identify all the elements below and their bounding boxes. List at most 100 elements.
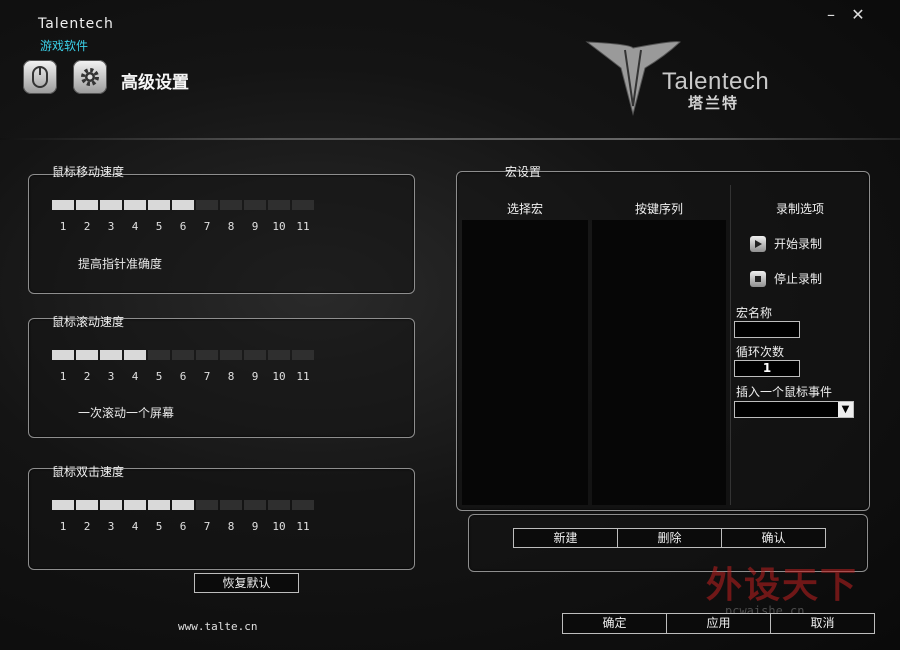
macro-title: 宏设置	[505, 165, 542, 179]
insert-mouse-event-select[interactable]: ▼	[734, 401, 854, 418]
key-sequence-list[interactable]	[592, 220, 726, 505]
slider-tick-label: 4	[131, 220, 139, 233]
scroll-one-screen-option[interactable]: 一次滚动一个屏幕	[78, 404, 174, 421]
slider-segment[interactable]	[196, 500, 218, 510]
slider-tick-label: 6	[179, 220, 187, 233]
new-macro-button[interactable]: 新建	[514, 529, 618, 547]
slider-segment[interactable]	[292, 350, 314, 360]
slider-segment[interactable]	[292, 200, 314, 210]
slider-segment[interactable]	[220, 500, 242, 510]
page-title: 高级设置	[121, 73, 189, 93]
apply-button[interactable]: 应用	[667, 614, 771, 633]
double-click-title: 鼠标双击速度	[52, 465, 125, 479]
pointer-speed-slider[interactable]	[52, 200, 314, 210]
slider-tick-label: 9	[251, 520, 259, 533]
slider-tick-label: 2	[83, 370, 91, 383]
slider-segment[interactable]	[76, 500, 98, 510]
loop-count-label: 循环次数	[736, 345, 785, 359]
slider-segment[interactable]	[172, 500, 194, 510]
insert-mouse-event-label: 插入一个鼠标事件	[736, 385, 833, 399]
loop-count-input[interactable]: 1	[734, 360, 800, 377]
insert-mouse-event-value	[735, 402, 838, 417]
scroll-speed-ticks: 1 2 3 4 5 6 7 8 9 10 11	[52, 370, 314, 383]
macro-actions: 新建 删除 确认	[513, 528, 826, 548]
start-record-button[interactable]: 开始录制	[750, 235, 822, 252]
slider-segment[interactable]	[244, 200, 266, 210]
slider-tick-label: 9	[251, 370, 259, 383]
slider-segment[interactable]	[148, 350, 170, 360]
slider-tick-label: 2	[83, 220, 91, 233]
stop-record-button[interactable]: 停止录制	[750, 270, 822, 287]
delete-macro-button[interactable]: 删除	[618, 529, 722, 547]
play-icon	[750, 235, 766, 252]
slider-tick-label: 7	[203, 520, 211, 533]
macro-list[interactable]	[462, 220, 588, 505]
brand-subtitle: 游戏软件	[40, 39, 89, 53]
slider-segment[interactable]	[124, 500, 146, 510]
slider-segment[interactable]	[52, 350, 74, 360]
slider-segment[interactable]	[76, 200, 98, 210]
slider-segment[interactable]	[220, 350, 242, 360]
advanced-settings-button[interactable]	[73, 60, 107, 94]
slider-segment[interactable]	[292, 500, 314, 510]
slider-segment[interactable]	[76, 350, 98, 360]
scroll-speed-slider[interactable]	[52, 350, 314, 360]
dropdown-arrow-icon: ▼	[838, 402, 853, 417]
slider-segment[interactable]	[52, 200, 74, 210]
slider-tick-label: 8	[227, 520, 235, 533]
confirm-macro-button[interactable]: 确认	[722, 529, 825, 547]
slider-tick-label: 8	[227, 370, 235, 383]
double-click-panel	[28, 468, 415, 570]
slider-tick-label: 5	[155, 520, 163, 533]
column-divider	[730, 185, 731, 505]
slider-segment[interactable]	[220, 200, 242, 210]
slider-tick-label: 6	[179, 520, 187, 533]
slider-segment[interactable]	[124, 350, 146, 360]
macro-name-input[interactable]	[734, 321, 800, 338]
watermark-text: 外设天下	[706, 564, 859, 606]
slider-segment[interactable]	[268, 200, 290, 210]
key-sequence-header: 按键序列	[634, 202, 683, 216]
slider-segment[interactable]	[100, 200, 122, 210]
slider-segment[interactable]	[244, 350, 266, 360]
minimize-button[interactable]: –	[822, 6, 840, 24]
dialog-actions: 确定 应用 取消	[562, 613, 875, 634]
slider-segment[interactable]	[244, 500, 266, 510]
slider-segment[interactable]	[268, 350, 290, 360]
slider-segment[interactable]	[52, 500, 74, 510]
double-click-slider[interactable]	[52, 500, 314, 510]
slider-tick-label: 11	[296, 220, 310, 233]
record-options-header: 录制选项	[775, 202, 824, 216]
slider-tick-label: 7	[203, 220, 211, 233]
slider-segment[interactable]	[148, 500, 170, 510]
pointer-speed-panel	[28, 174, 415, 294]
slider-segment[interactable]	[124, 200, 146, 210]
slider-tick-label: 11	[296, 520, 310, 533]
mouse-settings-button[interactable]	[23, 60, 57, 94]
slider-segment[interactable]	[196, 200, 218, 210]
stop-icon	[750, 270, 766, 287]
slider-tick-label: 1	[59, 220, 67, 233]
cancel-button[interactable]: 取消	[771, 614, 874, 633]
slider-segment[interactable]	[172, 350, 194, 360]
website-url[interactable]: www.talte.cn	[178, 620, 257, 633]
pointer-speed-title: 鼠标移动速度	[52, 165, 125, 179]
slider-tick-label: 11	[296, 370, 310, 383]
slider-segment[interactable]	[148, 200, 170, 210]
pointer-speed-ticks: 1 2 3 4 5 6 7 8 9 10 11	[52, 220, 314, 233]
slider-tick-label: 4	[131, 370, 139, 383]
pointer-precision-option[interactable]: 提高指针准确度	[78, 255, 162, 272]
slider-tick-label: 3	[107, 220, 115, 233]
slider-tick-label: 7	[203, 370, 211, 383]
slider-tick-label: 8	[227, 220, 235, 233]
slider-segment[interactable]	[100, 350, 122, 360]
close-button[interactable]: ✕	[849, 6, 867, 24]
slider-segment[interactable]	[100, 500, 122, 510]
slider-segment[interactable]	[172, 200, 194, 210]
ok-button[interactable]: 确定	[563, 614, 667, 633]
start-record-label: 开始录制	[774, 237, 823, 251]
double-click-ticks: 1 2 3 4 5 6 7 8 9 10 11	[52, 520, 314, 533]
slider-segment[interactable]	[196, 350, 218, 360]
restore-default-button[interactable]: 恢复默认	[194, 573, 299, 593]
slider-segment[interactable]	[268, 500, 290, 510]
